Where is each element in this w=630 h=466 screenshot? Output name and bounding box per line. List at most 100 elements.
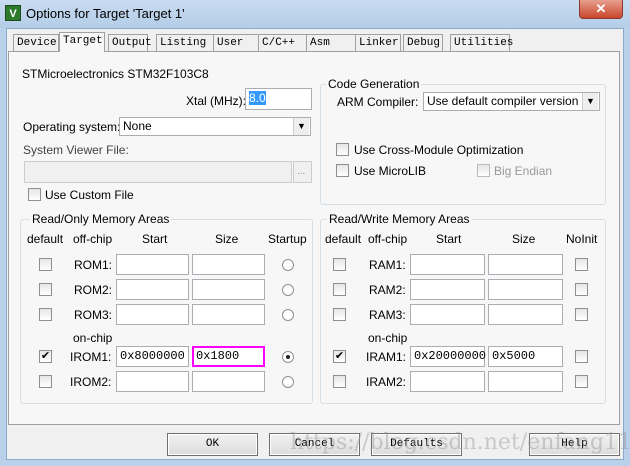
ram-header-default: default bbox=[325, 232, 362, 246]
ram-default-checkbox[interactable] bbox=[333, 258, 346, 271]
ram-noinit-checkbox[interactable] bbox=[575, 308, 588, 321]
tab-asm[interactable]: Asm bbox=[306, 34, 356, 51]
use-custom-file-label: Use Custom File bbox=[45, 188, 134, 202]
rom-start-input[interactable]: 0x8000000 bbox=[116, 346, 189, 367]
ram-noinit-checkbox[interactable] bbox=[575, 350, 588, 363]
tab-output[interactable]: Output bbox=[108, 34, 152, 51]
os-select[interactable]: None ▼ bbox=[119, 117, 311, 136]
ram-size-input[interactable] bbox=[488, 254, 563, 275]
rom-size-input[interactable] bbox=[192, 254, 265, 275]
ram-start-input[interactable] bbox=[410, 254, 485, 275]
help-button[interactable]: Help bbox=[529, 433, 620, 456]
code-generation-title: Code Generation bbox=[326, 77, 422, 91]
rom-start-input[interactable] bbox=[116, 304, 189, 325]
compiler-select[interactable]: Use default compiler version ▼ bbox=[423, 92, 600, 111]
ram-size-input[interactable] bbox=[488, 371, 563, 392]
rom-startup-radio[interactable] bbox=[282, 284, 294, 296]
device-name: STMicroelectronics STM32F103C8 bbox=[22, 67, 209, 81]
ram-default-checkbox[interactable]: ✔ bbox=[333, 350, 346, 363]
cross-module-label: Use Cross-Module Optimization bbox=[354, 143, 524, 157]
tab-device[interactable]: Device bbox=[13, 34, 59, 51]
rom-size-input[interactable]: 0x1800 bbox=[192, 346, 265, 367]
cancel-button[interactable]: Cancel bbox=[269, 433, 360, 456]
rom-name-label: ROM3: bbox=[74, 308, 113, 322]
rom-startup-radio[interactable] bbox=[282, 309, 294, 321]
big-endian-label: Big Endian bbox=[494, 164, 553, 178]
ram-group-title: Read/Write Memory Areas bbox=[327, 212, 472, 226]
rom-size-input[interactable] bbox=[192, 304, 265, 325]
tab-listing[interactable]: Listing bbox=[156, 34, 214, 51]
rom-onchip-label: on-chip bbox=[73, 331, 113, 345]
ram-size-input[interactable]: 0x5000 bbox=[488, 346, 563, 367]
compiler-value: Use default compiler version bbox=[427, 94, 579, 108]
defaults-button[interactable]: Defaults bbox=[371, 433, 462, 456]
use-custom-file-checkbox[interactable] bbox=[28, 188, 41, 201]
ram-name-label: RAM1: bbox=[369, 258, 406, 272]
ram-size-input[interactable] bbox=[488, 304, 563, 325]
ram-default-checkbox[interactable] bbox=[333, 283, 346, 296]
rom-default-checkbox[interactable] bbox=[39, 258, 52, 271]
rom-startup-radio[interactable] bbox=[282, 376, 294, 388]
rom-header-size: Size bbox=[215, 232, 239, 246]
ram-name-label: IRAM1: bbox=[366, 350, 407, 364]
rom-name-label: ROM2: bbox=[74, 283, 113, 297]
chevron-down-icon: ▼ bbox=[582, 93, 598, 110]
tab-target[interactable]: Target bbox=[59, 32, 105, 52]
ram-default-checkbox[interactable] bbox=[333, 375, 346, 388]
ram-start-input[interactable] bbox=[410, 304, 485, 325]
rom-startup-radio[interactable] bbox=[282, 351, 294, 363]
tab-debug[interactable]: Debug bbox=[403, 34, 443, 51]
ram-default-checkbox[interactable] bbox=[333, 308, 346, 321]
ram-start-input[interactable]: 0x20000000 bbox=[410, 346, 486, 367]
cross-module-checkbox[interactable] bbox=[336, 143, 349, 156]
rom-size-input[interactable] bbox=[192, 371, 265, 392]
rom-start-input[interactable] bbox=[116, 279, 189, 300]
ram-name-label: RAM3: bbox=[369, 308, 406, 322]
rom-header-offchip: off-chip bbox=[73, 232, 113, 246]
rom-group-title: Read/Only Memory Areas bbox=[30, 212, 172, 226]
ram-name-label: RAM2: bbox=[369, 283, 406, 297]
ram-header-offchip: off-chip bbox=[368, 232, 408, 246]
close-button[interactable]: ✕ bbox=[579, 0, 623, 19]
rom-start-input[interactable] bbox=[116, 371, 189, 392]
microlib-label: Use MicroLIB bbox=[354, 164, 427, 178]
rom-start-input[interactable] bbox=[116, 254, 189, 275]
chevron-down-icon: ▼ bbox=[293, 118, 309, 135]
svf-input[interactable] bbox=[24, 161, 292, 183]
rom-header-default: default bbox=[27, 232, 64, 246]
ram-name-label: IRAM2: bbox=[366, 375, 407, 389]
rom-default-checkbox[interactable] bbox=[39, 308, 52, 321]
tab-linker[interactable]: Linker bbox=[355, 34, 401, 51]
ram-noinit-checkbox[interactable] bbox=[575, 258, 588, 271]
ram-header-noinit: NoInit bbox=[566, 232, 598, 246]
rom-size-input[interactable] bbox=[192, 279, 265, 300]
ram-noinit-checkbox[interactable] bbox=[575, 283, 588, 296]
rom-default-checkbox[interactable]: ✔ bbox=[39, 350, 52, 363]
microlib-checkbox[interactable] bbox=[336, 164, 349, 177]
app-icon: V bbox=[5, 5, 21, 21]
tab-utilities[interactable]: Utilities bbox=[450, 34, 513, 51]
rom-name-label: IROM2: bbox=[70, 375, 112, 389]
ram-noinit-checkbox[interactable] bbox=[575, 375, 588, 388]
rom-default-checkbox[interactable] bbox=[39, 283, 52, 296]
ram-header-size: Size bbox=[512, 232, 536, 246]
title-bar: V Options for Target 'Target 1' ✕ bbox=[0, 0, 630, 28]
compiler-label: ARM Compiler: bbox=[337, 95, 419, 109]
xtal-input[interactable]: 8.0 bbox=[245, 88, 312, 110]
rom-default-checkbox[interactable] bbox=[39, 375, 52, 388]
ok-button[interactable]: OK bbox=[167, 433, 258, 456]
ram-onchip-label: on-chip bbox=[368, 331, 408, 345]
browse-button[interactable]: ... bbox=[293, 161, 312, 183]
rom-name-label: IROM1: bbox=[70, 350, 112, 364]
ram-size-input[interactable] bbox=[488, 279, 563, 300]
ram-start-input[interactable] bbox=[410, 371, 485, 392]
svf-label: System Viewer File: bbox=[23, 143, 129, 157]
ram-header-start: Start bbox=[436, 232, 462, 246]
window-title: Options for Target 'Target 1' bbox=[26, 6, 185, 21]
big-endian-checkbox[interactable] bbox=[477, 164, 490, 177]
ram-start-input[interactable] bbox=[410, 279, 485, 300]
rom-startup-radio[interactable] bbox=[282, 259, 294, 271]
tab-user[interactable]: User bbox=[213, 34, 259, 51]
tab-cc[interactable]: C/C++ bbox=[258, 34, 308, 51]
xtal-value: 8.0 bbox=[249, 91, 266, 105]
